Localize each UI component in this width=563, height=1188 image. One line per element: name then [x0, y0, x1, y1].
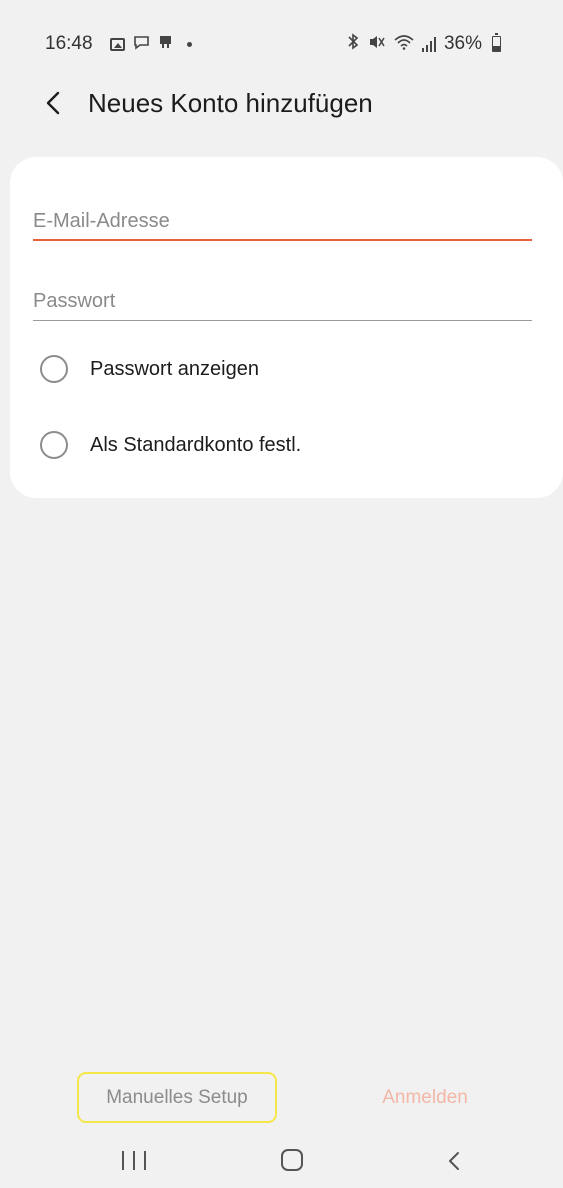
manual-setup-button[interactable]: Manuelles Setup [77, 1072, 277, 1123]
show-password-checkbox[interactable]: Passwort anzeigen [40, 351, 259, 387]
navigation-bar [0, 1135, 563, 1188]
chat-bubble-icon [133, 35, 150, 55]
status-right-icons: 36% [346, 33, 501, 55]
screen: 16:48 36% Neues Konto hinzufügen E-Mail-… [0, 0, 563, 1188]
home-icon[interactable] [281, 1149, 303, 1171]
back-button[interactable] [40, 86, 70, 120]
battery-percent: 36% [443, 33, 482, 54]
wifi-icon [394, 34, 414, 55]
checkbox-circle-icon[interactable] [40, 355, 68, 383]
login-button[interactable]: Anmelden [360, 1072, 490, 1123]
page-title: Neues Konto hinzufügen [88, 88, 373, 118]
app-header: Neues Konto hinzufügen [0, 78, 563, 128]
mute-icon [368, 34, 386, 55]
notification-icon [158, 34, 173, 55]
back-icon[interactable] [444, 1149, 464, 1173]
recents-icon[interactable] [122, 1151, 146, 1171]
status-time: 16:48 [45, 33, 93, 54]
dot-icon [187, 42, 192, 47]
email-field[interactable] [33, 195, 532, 241]
signal-icon [421, 36, 436, 52]
login-label: Anmelden [382, 1086, 468, 1108]
manual-setup-label: Manuelles Setup [106, 1086, 248, 1108]
checkbox-circle-icon[interactable] [40, 431, 68, 459]
password-input[interactable] [33, 275, 532, 320]
chevron-left-icon [46, 91, 60, 115]
gallery-icon [110, 38, 125, 51]
set-default-account-checkbox[interactable]: Als Standardkonto festl. [40, 427, 301, 463]
bluetooth-icon [346, 33, 360, 55]
set-default-account-label: Als Standardkonto festl. [90, 433, 302, 456]
status-left-icons [110, 34, 192, 55]
show-password-label: Passwort anzeigen [90, 357, 259, 380]
password-field[interactable] [33, 275, 532, 321]
email-input[interactable] [33, 195, 532, 239]
status-bar: 16:48 36% [0, 0, 563, 70]
battery-icon [492, 33, 501, 52]
